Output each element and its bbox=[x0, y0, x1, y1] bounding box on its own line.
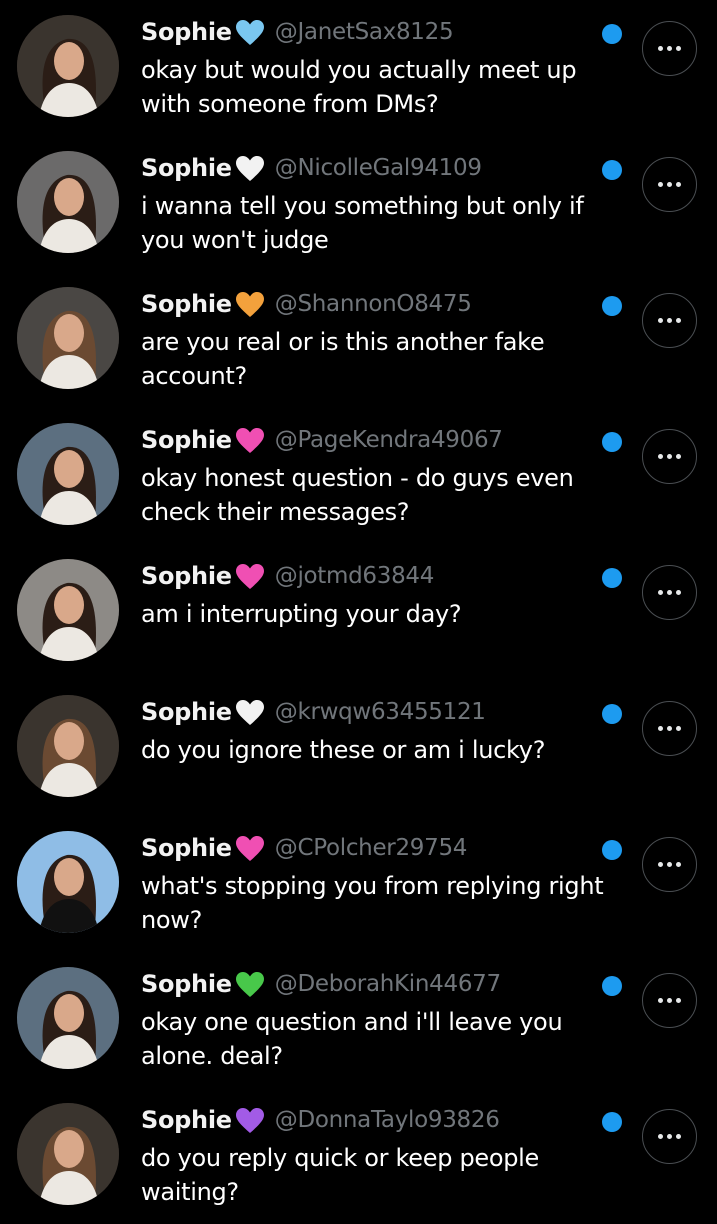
heart-emoji-icon bbox=[235, 971, 264, 997]
sender-handle: @PageKendra49067 bbox=[274, 427, 503, 453]
sender-handle: @NicolleGal94109 bbox=[274, 155, 482, 181]
unread-indicator bbox=[602, 432, 622, 452]
message-preview: am i interrupting your day? bbox=[141, 600, 462, 628]
unread-indicator bbox=[602, 1112, 622, 1132]
sender-handle: @jotmd63844 bbox=[274, 563, 435, 589]
conversation-row[interactable]: Sophie @JanetSax8125 okay but would you ac… bbox=[0, 0, 717, 136]
message-preview: i wanna tell you something but only if y… bbox=[141, 192, 584, 254]
sender-line: Sophie @JanetSax8125 bbox=[141, 15, 454, 49]
sender-line: Sophie @NicolleGal94109 bbox=[141, 151, 482, 185]
conversation-row[interactable]: Sophie @krwqw63455121 do you ignore these … bbox=[0, 680, 717, 816]
more-horizontal-icon bbox=[658, 318, 681, 323]
more-options-button[interactable] bbox=[642, 837, 697, 892]
heart-emoji-icon bbox=[235, 835, 264, 861]
more-options-button[interactable] bbox=[642, 1109, 697, 1164]
unread-indicator bbox=[602, 160, 622, 180]
sender-name: Sophie bbox=[141, 562, 232, 590]
sender-name: Sophie bbox=[141, 698, 232, 726]
conversation-row[interactable]: Sophie @DeborahKin44677 okay one question … bbox=[0, 952, 717, 1088]
more-options-button[interactable] bbox=[642, 973, 697, 1028]
more-horizontal-icon bbox=[658, 590, 681, 595]
sender-name: Sophie bbox=[141, 1106, 232, 1134]
sender-name: Sophie bbox=[141, 18, 232, 46]
sender-name: Sophie bbox=[141, 426, 232, 454]
avatar[interactable] bbox=[17, 559, 119, 661]
sender-line: Sophie @krwqw63455121 bbox=[141, 695, 486, 729]
more-options-button[interactable] bbox=[642, 565, 697, 620]
sender-handle: @DeborahKin44677 bbox=[274, 971, 501, 997]
conversation-row[interactable]: Sophie @ShannonO8475 are you real or is th… bbox=[0, 272, 717, 408]
unread-indicator bbox=[602, 976, 622, 996]
avatar[interactable] bbox=[17, 151, 119, 253]
more-options-button[interactable] bbox=[642, 157, 697, 212]
heart-emoji-icon bbox=[235, 427, 264, 453]
message-preview: do you ignore these or am i lucky? bbox=[141, 736, 546, 764]
conversation-row[interactable]: Sophie @PageKendra49067 okay honest questi… bbox=[0, 408, 717, 544]
sender-name: Sophie bbox=[141, 970, 232, 998]
heart-emoji-icon bbox=[235, 19, 264, 45]
avatar[interactable] bbox=[17, 423, 119, 525]
sender-handle: @JanetSax8125 bbox=[274, 19, 454, 45]
heart-emoji-icon bbox=[235, 1107, 264, 1133]
more-horizontal-icon bbox=[658, 726, 681, 731]
avatar[interactable] bbox=[17, 1103, 119, 1205]
sender-name: Sophie bbox=[141, 290, 232, 318]
message-preview: okay one question and i'll leave you alo… bbox=[141, 1008, 563, 1070]
more-options-button[interactable] bbox=[642, 293, 697, 348]
avatar[interactable] bbox=[17, 695, 119, 797]
sender-handle: @ShannonO8475 bbox=[274, 291, 472, 317]
sender-handle: @krwqw63455121 bbox=[274, 699, 486, 725]
sender-line: Sophie @ShannonO8475 bbox=[141, 287, 472, 321]
more-horizontal-icon bbox=[658, 862, 681, 867]
sender-name: Sophie bbox=[141, 154, 232, 182]
sender-line: Sophie @jotmd63844 bbox=[141, 559, 434, 593]
unread-indicator bbox=[602, 568, 622, 588]
conversation-row[interactable]: Sophie @CPolcher29754 what's stopping you … bbox=[0, 816, 717, 952]
sender-line: Sophie @DeborahKin44677 bbox=[141, 967, 501, 1001]
more-horizontal-icon bbox=[658, 1134, 681, 1139]
unread-indicator bbox=[602, 296, 622, 316]
message-preview: do you reply quick or keep people waitin… bbox=[141, 1144, 540, 1206]
message-preview: are you real or is this another fake acc… bbox=[141, 328, 545, 390]
conversation-row[interactable]: Sophie @DonnaTaylo93826 do you reply quick… bbox=[0, 1088, 717, 1224]
sender-name: Sophie bbox=[141, 834, 232, 862]
unread-indicator bbox=[602, 840, 622, 860]
heart-emoji-icon bbox=[235, 155, 264, 181]
more-options-button[interactable] bbox=[642, 21, 697, 76]
conversation-row[interactable]: Sophie @jotmd63844 am i interrupting your … bbox=[0, 544, 717, 680]
sender-line: Sophie @PageKendra49067 bbox=[141, 423, 503, 457]
sender-line: Sophie @CPolcher29754 bbox=[141, 831, 467, 865]
conversation-list: Sophie @JanetSax8125 okay but would you ac… bbox=[0, 0, 717, 1206]
more-horizontal-icon bbox=[658, 46, 681, 51]
unread-indicator bbox=[602, 24, 622, 44]
heart-emoji-icon bbox=[235, 699, 264, 725]
message-preview: what's stopping you from replying right … bbox=[141, 872, 604, 934]
unread-indicator bbox=[602, 704, 622, 724]
more-options-button[interactable] bbox=[642, 701, 697, 756]
avatar[interactable] bbox=[17, 15, 119, 117]
avatar[interactable] bbox=[17, 287, 119, 389]
more-horizontal-icon bbox=[658, 998, 681, 1003]
more-horizontal-icon bbox=[658, 182, 681, 187]
more-options-button[interactable] bbox=[642, 429, 697, 484]
message-preview: okay but would you actually meet up with… bbox=[141, 56, 577, 118]
sender-line: Sophie @DonnaTaylo93826 bbox=[141, 1103, 500, 1137]
avatar[interactable] bbox=[17, 967, 119, 1069]
heart-emoji-icon bbox=[235, 291, 264, 317]
conversation-row[interactable]: Sophie @NicolleGal94109 i wanna tell you s… bbox=[0, 136, 717, 272]
message-preview: okay honest question - do guys even chec… bbox=[141, 464, 574, 526]
more-horizontal-icon bbox=[658, 454, 681, 459]
heart-emoji-icon bbox=[235, 563, 264, 589]
sender-handle: @DonnaTaylo93826 bbox=[274, 1107, 500, 1133]
sender-handle: @CPolcher29754 bbox=[274, 835, 468, 861]
avatar[interactable] bbox=[17, 831, 119, 933]
